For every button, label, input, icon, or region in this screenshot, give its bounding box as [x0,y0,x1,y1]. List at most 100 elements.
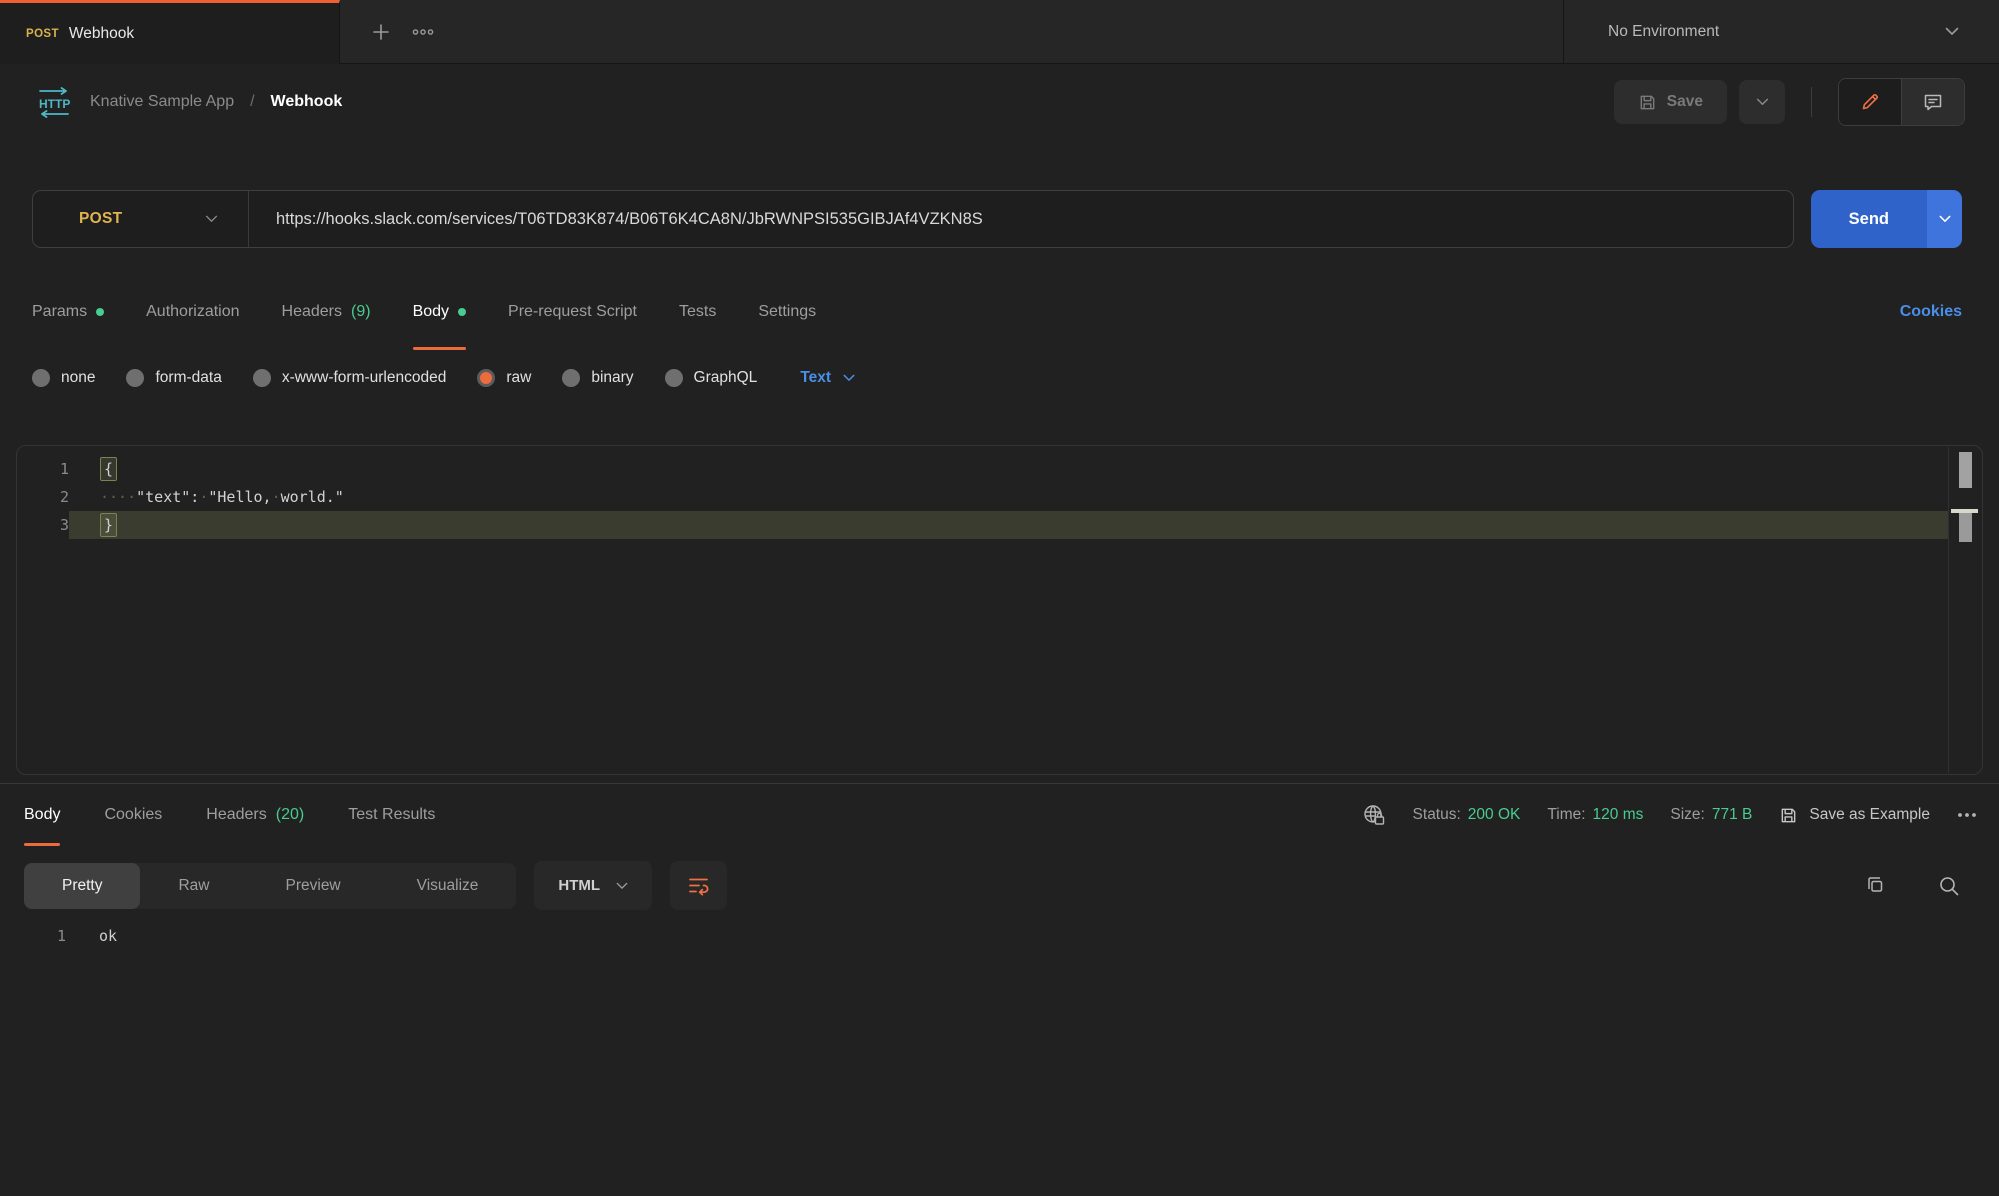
editor-overview-ruler [1948,447,1981,773]
cursor-marker-bar [1959,513,1972,542]
breadcrumb-row: HTTP Knative Sample App / Webhook Save [0,64,1999,140]
method-selector[interactable]: POST [33,191,249,247]
response-header: Body Cookies Headers (20) Test Results S… [0,784,1999,846]
tab-pre-request-script[interactable]: Pre-request Script [508,274,637,350]
radio-raw[interactable]: raw [477,369,531,387]
save-button[interactable]: Save [1614,80,1727,124]
edit-mode-button[interactable] [1839,79,1901,125]
whitespace-dot: · [199,488,208,506]
tab-label: Pre-request Script [508,303,637,321]
environment-selector[interactable]: No Environment [1563,0,1999,63]
save-options-button[interactable] [1739,80,1785,124]
request-tab[interactable]: POST Webhook [0,0,340,64]
radio-label: raw [506,369,531,387]
json-value-part: world." [281,488,344,506]
tab-settings[interactable]: Settings [758,274,816,350]
language-selector[interactable]: Text [800,369,855,387]
radio-label: GraphQL [694,369,758,387]
postman-app: { "tabbar": { "method": "POST", "title":… [0,0,1999,1196]
request-actions: Save [1614,78,1965,126]
response-tab-cookies[interactable]: Cookies [104,784,162,846]
code-line-3-current: 3 } [17,511,1982,539]
radio-circle [665,369,683,387]
response-tab-body[interactable]: Body [24,784,60,846]
request-body-editor[interactable]: 1 { 2 ····"text":·"Hello,·world." 3 } [16,445,1983,775]
time-label: Time: [1547,806,1585,824]
url-bar: POST [32,190,1794,248]
tab-label: Authorization [146,303,239,321]
radio-circle-selected [477,369,495,387]
response-line-number: 1 [0,927,66,945]
url-bar-row: POST Send [0,190,1999,248]
radio-circle [253,369,271,387]
size-label: Size: [1670,806,1704,824]
status-value: 200 OK [1468,806,1521,824]
cookies-link[interactable]: Cookies [1900,303,1962,321]
chevron-down-icon [616,882,628,890]
line-number: 3 [17,511,69,539]
http-badge-label: HTTP [39,97,70,111]
response-tools [1863,874,1961,898]
body-type-selector: none form-data x-www-form-urlencoded raw… [0,358,1999,398]
save-as-example-label: Save as Example [1809,806,1930,824]
save-icon [1779,806,1798,825]
response-tab-test-results[interactable]: Test Results [348,784,435,846]
json-value-part: "Hello, [208,488,271,506]
url-input[interactable] [249,210,1793,229]
response-body[interactable]: 1 ok [0,927,1999,945]
view-raw[interactable]: Raw [140,863,247,909]
send-options-button[interactable] [1927,190,1962,248]
response-headers-count: (20) [276,806,304,824]
tab-tests[interactable]: Tests [679,274,716,350]
plus-icon [371,22,391,42]
request-tab-title: Webhook [69,25,134,43]
send-button-main[interactable]: Send [1811,190,1927,248]
radio-binary[interactable]: binary [562,369,633,387]
response-tab-headers[interactable]: Headers (20) [206,784,304,846]
headers-count: (9) [351,303,371,321]
tab-params[interactable]: Params [32,274,104,350]
copy-icon [1863,874,1887,898]
breadcrumb-collection[interactable]: Knative Sample App [90,93,234,111]
tab-label: Test Results [348,806,435,824]
save-label: Save [1667,93,1703,111]
whitespace-dot: · [272,488,281,506]
response-options-button[interactable] [1957,812,1977,818]
tab-body[interactable]: Body [413,274,466,350]
radio-none[interactable]: none [32,369,95,387]
breadcrumb-request-name[interactable]: Webhook [271,93,343,111]
view-preview[interactable]: Preview [248,863,379,909]
request-tab-method: POST [26,28,59,40]
new-tab-button[interactable] [360,0,402,63]
response-text: ok [66,927,117,945]
radio-graphql[interactable]: GraphQL [665,369,758,387]
response-meta: Status: 200 OK Time: 120 ms Size: 771 B … [1362,803,1977,827]
code-line-content: ····"text":·"Hello,·world." [69,483,1949,511]
view-pretty[interactable]: Pretty [24,863,140,909]
tab-options-button[interactable] [402,0,444,63]
search-button[interactable] [1937,874,1961,898]
scrollbar-thumb[interactable] [1959,452,1972,488]
comments-button[interactable] [1901,79,1964,125]
wrap-line-button[interactable] [670,861,727,910]
chevron-down-icon [1756,98,1769,106]
response-section: Body Cookies Headers (20) Test Results S… [0,783,1999,945]
chevron-down-icon [843,374,855,382]
radio-x-www-form-urlencoded[interactable]: x-www-form-urlencoded [253,369,447,387]
code-line-content: } [69,511,1949,539]
view-visualize[interactable]: Visualize [379,863,517,909]
format-selector[interactable]: HTML [534,861,652,910]
whitespace-dots: ···· [100,488,136,506]
copy-button[interactable] [1863,874,1887,898]
tab-label: Headers [282,303,342,321]
radio-form-data[interactable]: form-data [126,369,221,387]
tab-strip: POST Webhook No Environment [0,0,1999,64]
network-info-button[interactable] [1362,803,1386,827]
more-options-icon [412,28,434,36]
tab-headers[interactable]: Headers (9) [282,274,371,350]
tab-authorization[interactable]: Authorization [146,274,239,350]
code-line-content: { [69,455,1949,483]
code-line-1: 1 { [17,455,1982,483]
time-value: 120 ms [1593,806,1644,824]
save-as-example-button[interactable]: Save as Example [1779,806,1930,825]
